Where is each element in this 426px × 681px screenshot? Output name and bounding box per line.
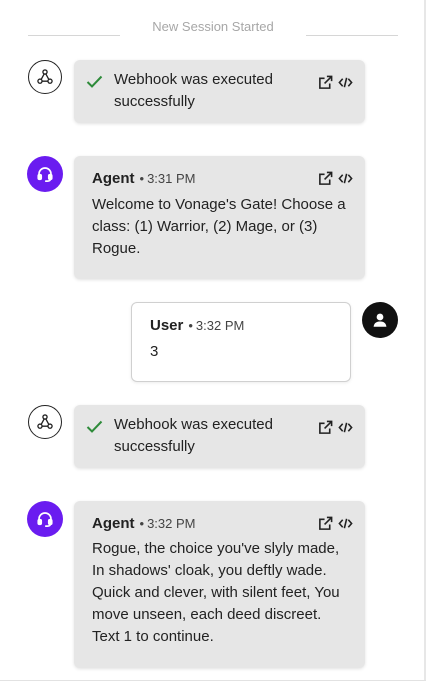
sender-name: User: [150, 317, 184, 334]
message-text: 3: [150, 343, 159, 360]
session-label: New Session Started: [152, 19, 274, 34]
message-time: 3:32 PM: [195, 318, 245, 333]
message-actions: [317, 419, 353, 435]
webhook-avatar: [28, 60, 62, 94]
webhook-status-text: Webhook was executed successfully: [114, 416, 273, 455]
agent-message: Agent • 3:31 PM Welcome to Vonage's Gate! …: [74, 156, 365, 279]
headset-icon: [37, 512, 53, 527]
divider-line-right: [306, 35, 398, 36]
message-text: Welcome to Vonage's Gate! Choose a class…: [92, 196, 346, 257]
webhook-icon: [37, 69, 53, 84]
code-icon[interactable]: [337, 170, 353, 186]
agent-message: Agent • 3:32 PM Rogue, the choice you've s…: [74, 501, 365, 668]
webhook-icon: [37, 414, 53, 429]
headset-icon: [37, 167, 53, 182]
message-text: Rogue, the choice you've slyly made, In …: [92, 540, 340, 645]
user-message: User • 3:32 PM 3: [131, 302, 351, 382]
message-actions: [317, 74, 353, 90]
message-actions: [317, 170, 353, 186]
external-link-icon[interactable]: [317, 419, 333, 435]
separator-dot: •: [188, 318, 193, 333]
agent-avatar: [27, 156, 63, 192]
agent-avatar: [27, 501, 63, 537]
message-time: 3:31 PM: [147, 171, 196, 186]
sender-name: Agent: [92, 515, 135, 532]
code-icon[interactable]: [337, 419, 353, 435]
code-icon[interactable]: [337, 74, 353, 90]
message-header: Agent • 3:31 PM: [92, 170, 195, 187]
session-divider: New Session Started: [28, 19, 398, 37]
webhook-status-text: Webhook was executed successfully: [114, 71, 273, 110]
external-link-icon[interactable]: [317, 170, 333, 186]
webhook-message: Webhook was executed successfully: [74, 405, 365, 468]
webhook-avatar: [28, 405, 62, 439]
user-avatar: [362, 302, 398, 338]
divider-line-left: [28, 35, 120, 36]
message-time: 3:32 PM: [147, 516, 196, 531]
sender-name: Agent: [92, 170, 135, 187]
check-icon: [86, 75, 103, 88]
external-link-icon[interactable]: [317, 74, 333, 90]
user-icon: [373, 313, 387, 327]
chat-transcript: New Session Started Webhook was executed…: [0, 0, 426, 681]
separator-dot: •: [139, 516, 145, 531]
separator-dot: •: [139, 171, 145, 186]
check-icon: [86, 420, 103, 433]
external-link-icon[interactable]: [317, 515, 333, 531]
message-actions: [317, 515, 353, 531]
webhook-message: Webhook was executed successfully: [74, 60, 365, 123]
message-header: User • 3:32 PM: [150, 317, 244, 334]
message-header: Agent • 3:32 PM: [92, 515, 195, 532]
code-icon[interactable]: [337, 515, 353, 531]
